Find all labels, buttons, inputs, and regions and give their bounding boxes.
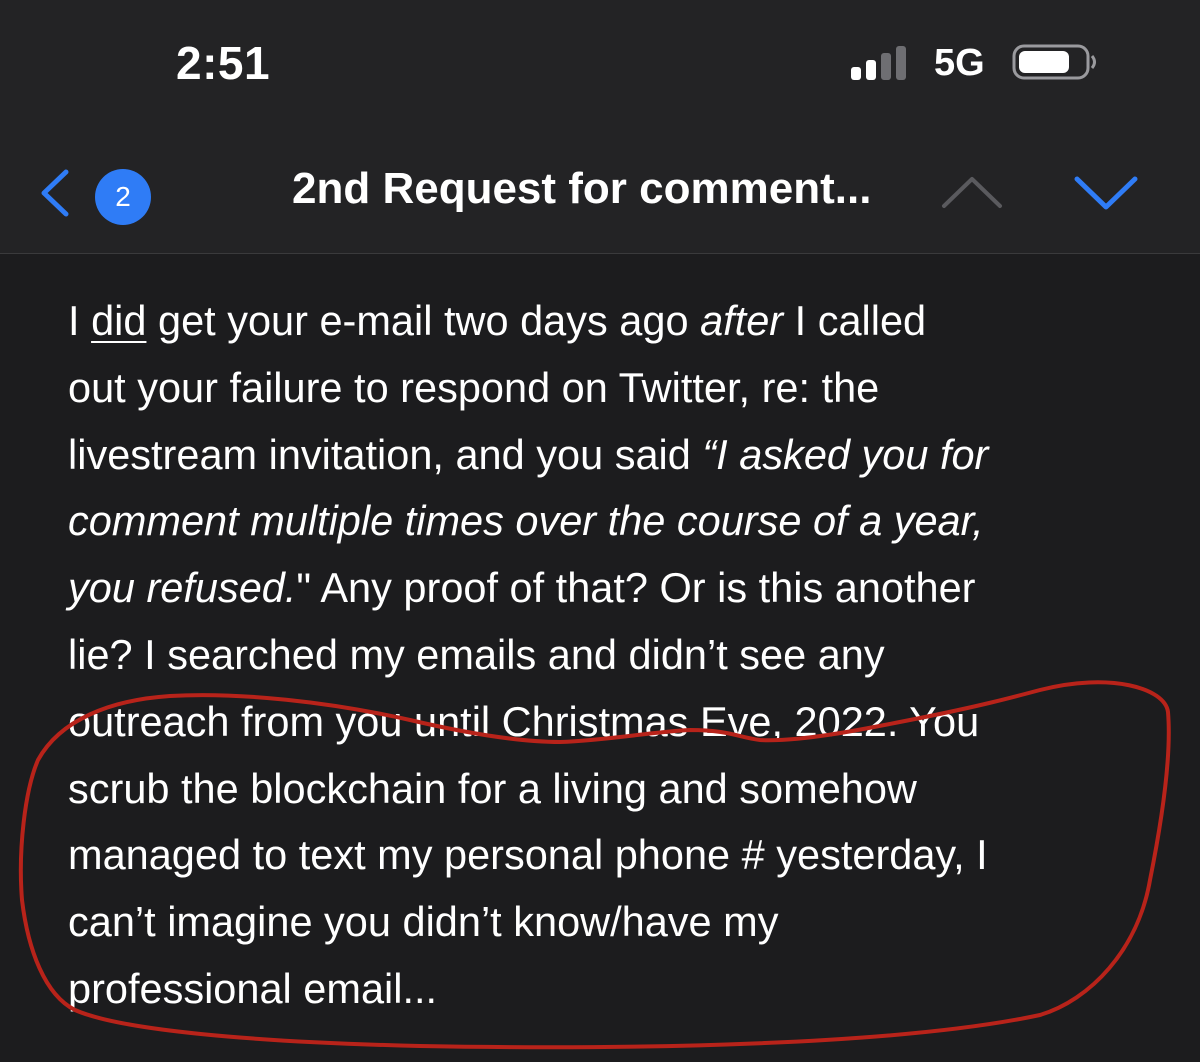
body-text-segment: out your failure to respond on Twitter, … <box>68 363 880 411</box>
body-text-segment: managed to text my personal phone # yest… <box>68 831 988 879</box>
network-type: 5G <box>934 42 985 84</box>
email-subject-title: 2nd Request for comment... <box>292 164 872 213</box>
italic-text: “I asked you for <box>702 430 989 478</box>
body-line: I did get your e-mail two days ago after… <box>68 288 1143 355</box>
body-line: scrub the blockchain for a living and so… <box>68 756 1143 823</box>
italic-text: after <box>700 297 784 344</box>
body-line: can’t imagine you didn’t know/have my <box>68 889 1143 956</box>
body-text-segment: professional email... <box>68 964 438 1012</box>
chevron-left-icon[interactable] <box>36 168 72 218</box>
body-text-segment: outreach from you until Christmas Eve, 2… <box>68 697 980 745</box>
body-line: you refused." Any proof of that? Or is t… <box>68 555 1143 622</box>
body-text-segment: can’t imagine you didn’t know/have my <box>68 898 779 946</box>
status-time: 2:51 <box>176 37 271 89</box>
cellular-signal-icon <box>851 46 906 80</box>
unread-count-badge[interactable]: 2 <box>95 169 151 225</box>
body-line: lie? I searched my emails and didn’t see… <box>68 622 1143 689</box>
battery-icon <box>1012 44 1096 80</box>
italic-text: you refused. <box>68 564 297 612</box>
body-line: out your failure to respond on Twitter, … <box>68 355 1143 422</box>
status-bar: 2:51 5G <box>0 0 1200 130</box>
email-body: I did get your e-mail two days ago after… <box>68 288 1143 1023</box>
underlined-text: did <box>91 297 147 344</box>
body-line: livestream invitation, and you said “I a… <box>68 422 1143 489</box>
email-screen: 2:51 5G 2 2nd Request for comment... I d… <box>0 0 1200 1062</box>
body-line: outreach from you until Christmas Eve, 2… <box>68 689 1143 756</box>
body-text-segment: I <box>68 297 92 344</box>
chevron-up-icon[interactable] <box>940 174 1004 210</box>
italic-text: comment multiple times over the course o… <box>68 497 984 545</box>
body-text-segment: I called <box>783 297 927 344</box>
body-text-segment: get your e-mail two days ago <box>146 297 701 344</box>
email-nav-bar: 2 2nd Request for comment... <box>0 130 1200 254</box>
body-text-segment: " Any proof of that? Or is this another <box>296 564 976 612</box>
body-line: comment multiple times over the course o… <box>68 488 1143 555</box>
body-text-segment: livestream invitation, and you said <box>68 430 703 478</box>
body-text-segment: lie? I searched my emails and didn’t see… <box>68 630 885 678</box>
body-line: managed to text my personal phone # yest… <box>68 822 1143 889</box>
body-text-segment: scrub the blockchain for a living and so… <box>68 764 917 812</box>
chevron-down-icon[interactable] <box>1073 174 1139 212</box>
body-line: professional email... <box>68 956 1143 1023</box>
